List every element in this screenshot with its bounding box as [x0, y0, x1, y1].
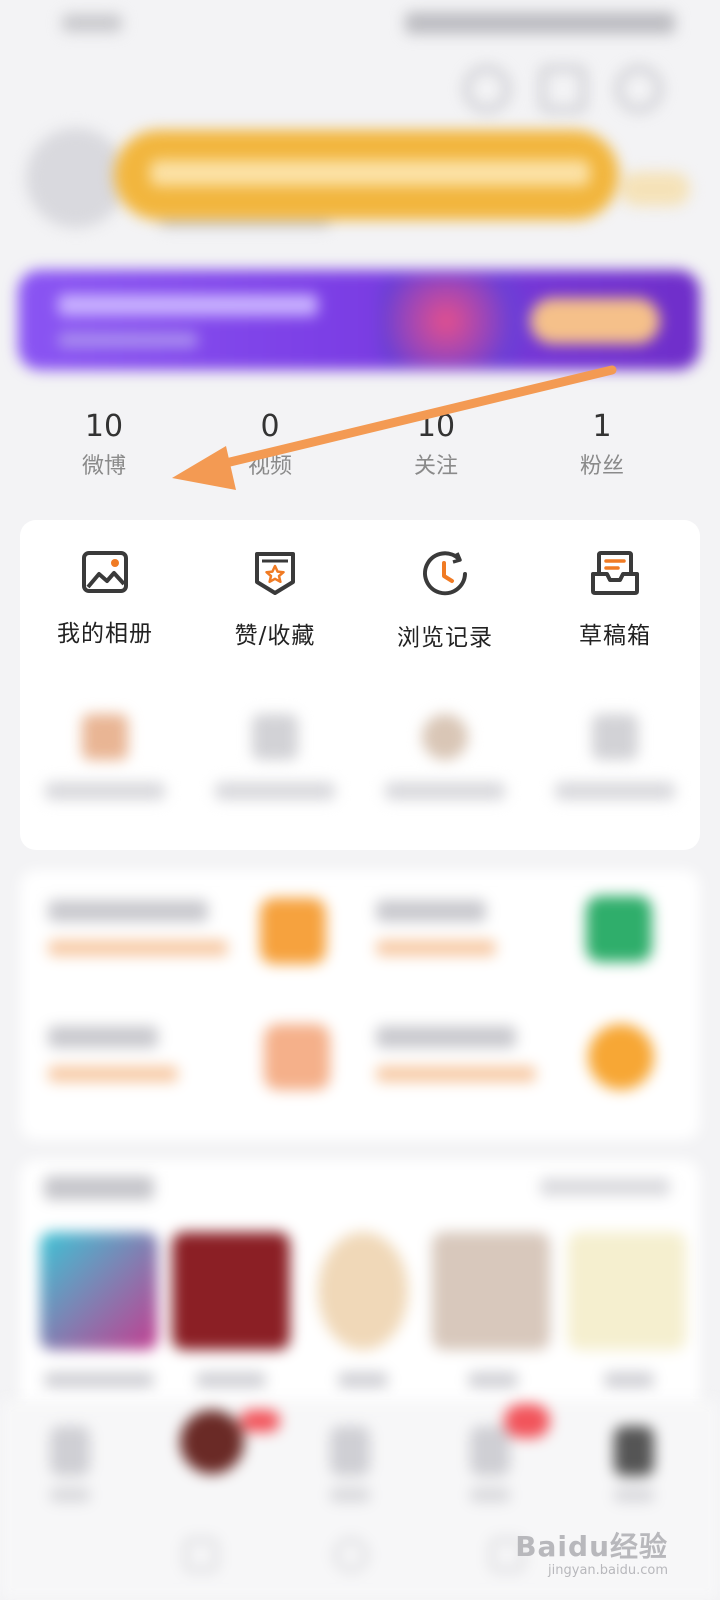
nav-profile-label — [614, 1488, 654, 1502]
grid-item-album[interactable]: 我的相册 — [20, 550, 190, 648]
function-card: 我的相册 赞/收藏 浏览记录 草稿箱 — [20, 520, 700, 850]
status-icons — [405, 12, 675, 34]
recommend-thumb-4[interactable] — [432, 1232, 550, 1350]
recommend-more-link[interactable] — [540, 1178, 670, 1196]
lightbulb-icon — [422, 714, 468, 760]
recommend-title — [44, 1176, 154, 1200]
recommend-thumb-3[interactable] — [318, 1232, 408, 1350]
recommend-label-4 — [468, 1372, 518, 1388]
grid-item-orders[interactable] — [190, 714, 360, 800]
nav-home-icon[interactable] — [50, 1426, 90, 1476]
recommend-thumb-1[interactable] — [40, 1232, 158, 1350]
grid-label-history: 浏览记录 — [397, 625, 493, 651]
recommend-card — [20, 1160, 700, 1420]
status-time — [62, 14, 122, 32]
nav-video-avatar[interactable] — [180, 1410, 244, 1474]
stat-following-label: 关注 — [413, 454, 458, 479]
nav-discover-label — [330, 1488, 370, 1502]
nav-video-badge — [240, 1410, 280, 1432]
stat-weibo-label: 微博 — [81, 454, 126, 479]
stat-following-value: 10 — [416, 409, 456, 444]
stats-row: 10 微博 0 视频 10 关注 1 粉丝 — [20, 400, 700, 500]
system-home-button[interactable] — [334, 1538, 368, 1572]
promo-banner[interactable] — [18, 270, 700, 370]
watermark-url: jingyan.baidu.com — [548, 1563, 668, 1578]
nav-message-label — [470, 1488, 510, 1502]
clipboard-icon — [252, 714, 298, 760]
stat-following[interactable]: 10 关注 — [376, 400, 496, 480]
services-card — [20, 870, 700, 1140]
grid-item-creator[interactable] — [360, 714, 530, 800]
tooltip-text — [150, 160, 590, 186]
grid-label-drafts: 草稿箱 — [579, 623, 651, 649]
history-icon — [423, 551, 467, 596]
service-tile-2[interactable] — [376, 900, 576, 980]
stat-weibo-value: 10 — [84, 409, 124, 444]
recommend-label-3 — [338, 1372, 388, 1388]
favorite-icon — [255, 552, 295, 595]
status-bar — [0, 0, 720, 50]
recommend-label-1 — [44, 1372, 154, 1388]
banner-button[interactable] — [530, 298, 660, 344]
grid-item-drafts[interactable]: 草稿箱 — [530, 550, 700, 650]
grid-label-calendar — [555, 782, 675, 800]
nav-discover-icon[interactable] — [330, 1426, 370, 1476]
stat-video-label: 视频 — [247, 454, 292, 479]
service-tile-3[interactable] — [48, 1026, 248, 1106]
drafts-icon — [591, 551, 639, 595]
recommend-thumb-5[interactable] — [568, 1232, 686, 1350]
add-friend-icon[interactable] — [464, 66, 510, 112]
grid-item-calendar[interactable] — [530, 714, 700, 800]
stat-video-value: 0 — [260, 409, 280, 444]
watermark: Baidu经验 jingyan.baidu.com — [515, 1525, 668, 1578]
wallet-icon — [82, 714, 128, 760]
recommend-thumb-2[interactable] — [172, 1232, 290, 1350]
banner-title — [58, 294, 318, 316]
grid-label-wallet — [45, 782, 165, 800]
stat-fans-label: 粉丝 — [579, 454, 624, 479]
service-image-4 — [588, 1024, 654, 1090]
recommend-label-5 — [604, 1372, 654, 1388]
banner-art — [378, 276, 548, 366]
recommend-label-2 — [196, 1372, 266, 1388]
grid-label-creator — [385, 782, 505, 800]
calendar-icon — [592, 714, 638, 760]
grid-item-wallet[interactable] — [20, 714, 190, 800]
nav-message-badge — [504, 1404, 550, 1438]
system-recent-button[interactable] — [184, 1538, 218, 1572]
stat-fans-value: 1 — [592, 409, 612, 444]
grid-label-album: 我的相册 — [57, 621, 153, 647]
stat-fans[interactable]: 1 粉丝 — [542, 400, 662, 480]
banner-subtitle — [58, 332, 198, 348]
nav-profile-icon[interactable] — [614, 1426, 654, 1476]
nav-home-label — [50, 1488, 90, 1502]
watermark-logo: Baidu经验 — [515, 1530, 668, 1563]
profile-pill[interactable] — [620, 172, 690, 206]
scan-icon[interactable] — [540, 66, 586, 112]
nav-message-icon[interactable] — [470, 1426, 510, 1476]
album-icon — [82, 551, 128, 593]
stat-weibo[interactable]: 10 微博 — [44, 400, 164, 480]
service-tile-4[interactable] — [376, 1026, 576, 1106]
avatar[interactable] — [26, 128, 126, 228]
settings-icon[interactable] — [616, 66, 662, 112]
grid-label-orders — [215, 782, 335, 800]
grid-label-favorites: 赞/收藏 — [234, 623, 316, 649]
grid-item-history[interactable]: 浏览记录 — [360, 550, 530, 652]
service-image-1 — [260, 898, 326, 964]
service-image-3 — [264, 1024, 330, 1090]
service-image-2 — [586, 896, 652, 962]
grid-item-favorites[interactable]: 赞/收藏 — [190, 550, 360, 650]
stat-video[interactable]: 0 视频 — [210, 400, 330, 480]
